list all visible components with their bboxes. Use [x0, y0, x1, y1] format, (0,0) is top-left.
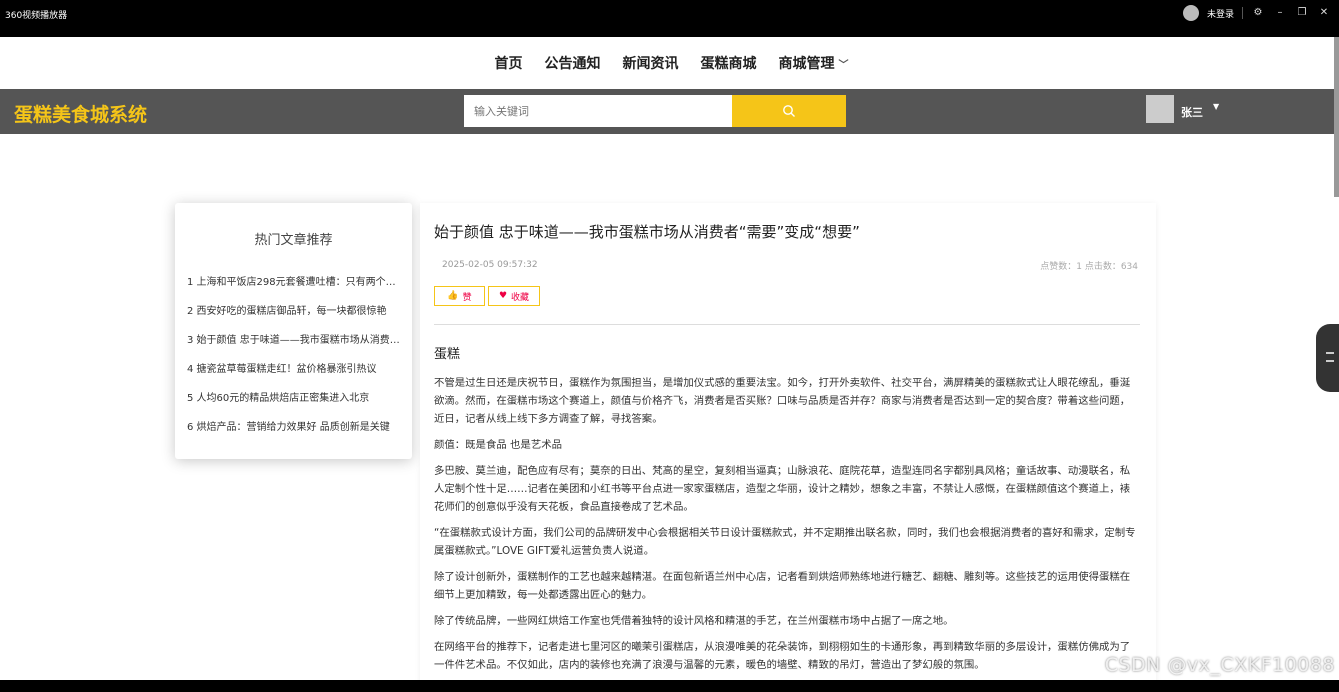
- scrollbar[interactable]: [1334, 37, 1339, 197]
- article-paragraph: 除了传统品牌，一些网红烘焙工作室也凭借着独特的设计风格和精湛的手艺，在兰州蛋糕市…: [434, 615, 954, 627]
- article-panel: 始于颜值 忠于味道——我市蛋糕市场从消费者“需要”变成“想要” 2025-02-…: [420, 203, 1156, 692]
- hot-article-item[interactable]: 6 烘焙产品：营销给力效果好 品质创新是关键: [187, 418, 402, 447]
- player-titlebar: 360视频播放器 未登录 ⚙ – ❐ ✕: [0, 0, 1339, 37]
- hot-article-item[interactable]: 5 人均60元的精品烘焙店正密集进入北京: [187, 389, 402, 418]
- hot-article-item[interactable]: 2 西安好吃的蛋糕店御品轩，每一块都很惊艳: [187, 302, 402, 331]
- nav-notices[interactable]: 公告通知: [545, 53, 601, 73]
- brand-title: 蛋糕美食城系统: [14, 104, 148, 126]
- like-label: 赞: [462, 292, 472, 303]
- chevron-down-icon: ﹀: [838, 60, 849, 71]
- minimize-icon[interactable]: –: [1273, 6, 1287, 20]
- hot-articles-panel: 热门文章推荐 1 上海和平饭店298元套餐遭吐槽：只有两个馒头？ 2 西安好吃的…: [175, 203, 412, 459]
- article-paragraph: 多巴胺、莫兰迪，配色应有尽有；莫奈的日出、梵高的星空，复刻相当逼真；山脉浪花、庭…: [434, 465, 1131, 513]
- player-avatar[interactable]: [1182, 5, 1199, 21]
- player-controls: 未登录 ⚙ – ❐ ✕: [1182, 5, 1331, 21]
- top-navigation: 首页 公告通知 新闻资讯 蛋糕商城 商城管理 ﹀: [0, 37, 1339, 89]
- favorite-label: 收藏: [511, 292, 530, 303]
- article-paragraph: 除了设计创新外，蛋糕制作的工艺也越来越精湛。在面包新语兰州中心店，记者看到烘焙师…: [434, 571, 1131, 601]
- article-stats: 点赞数：1 点击数：634: [1040, 262, 1138, 272]
- article-date: 2025-02-05 09:57:32: [442, 260, 538, 270]
- search-button[interactable]: [732, 95, 846, 127]
- heart-icon: ♥: [498, 291, 508, 301]
- hot-articles-title: 热门文章推荐: [254, 233, 333, 248]
- search-icon: [783, 105, 795, 117]
- article-paragraph: “在蛋糕款式设计方面，我们公司的品牌研发中心会根据相关节日设计蛋糕款式，并不定期…: [434, 527, 1136, 557]
- player-bottom-bar: [0, 680, 1339, 692]
- watermark: CSDN @vx_CXKF10088: [1104, 654, 1335, 676]
- article-title: 始于颜值 忠于味道——我市蛋糕市场从消费者“需要”变成“想要”: [434, 223, 860, 241]
- article-heading: 蛋糕: [434, 347, 461, 362]
- article-paragraph: 不管是过生日还是庆祝节日，蛋糕作为氛围担当，是增加仪式感的重要法宝。如今，打开外…: [434, 377, 1131, 425]
- header-bar: 蛋糕美食城系统 张三 ▼: [0, 89, 1339, 134]
- article-divider: [434, 324, 1140, 325]
- article-body: 蛋糕 不管是过生日还是庆祝节日，蛋糕作为氛围担当，是增加仪式感的重要法宝。如今，…: [434, 343, 1140, 682]
- thumbs-up-icon: 👍: [447, 291, 459, 301]
- side-drawer-handle[interactable]: [1316, 324, 1339, 392]
- nav-shop-management[interactable]: 商城管理 ﹀: [779, 53, 849, 73]
- hot-article-item[interactable]: 3 始于颜值 忠于味道——我市蛋糕市场从消费者需要变成想要: [187, 331, 402, 360]
- restore-icon[interactable]: ❐: [1295, 6, 1309, 20]
- user-name[interactable]: 张三: [1181, 104, 1203, 120]
- menu-icon: [1326, 352, 1334, 362]
- article-paragraph: 在网络平台的推荐下，记者走进七里河区的曦茉引蛋糕店，从浪漫唯美的花朵装饰，到栩栩…: [434, 641, 1131, 671]
- close-icon[interactable]: ✕: [1317, 6, 1331, 20]
- hot-article-item[interactable]: 1 上海和平饭店298元套餐遭吐槽：只有两个馒头？: [187, 273, 402, 302]
- favorite-button[interactable]: ♥ 收藏: [488, 286, 540, 306]
- nav-shop-management-label: 商城管理: [778, 56, 835, 72]
- search-input[interactable]: [464, 95, 732, 127]
- login-status[interactable]: 未登录: [1207, 7, 1234, 20]
- settings-icon[interactable]: ⚙: [1251, 6, 1265, 20]
- article-paragraph: 颜值：既是食品 也是艺术品: [434, 439, 562, 451]
- avatar[interactable]: [1146, 95, 1174, 123]
- nav-home[interactable]: 首页: [495, 53, 523, 73]
- nav-news[interactable]: 新闻资讯: [623, 53, 679, 73]
- hot-article-item[interactable]: 4 搪瓷盆草莓蛋糕走红！盆价格暴涨引热议: [187, 360, 402, 389]
- hot-articles-list: 1 上海和平饭店298元套餐遭吐槽：只有两个馒头？ 2 西安好吃的蛋糕店御品轩，…: [187, 273, 402, 447]
- divider: [1242, 7, 1243, 19]
- player-title: 360视频播放器: [5, 11, 68, 21]
- nav-cake-shop[interactable]: 蛋糕商城: [701, 53, 757, 73]
- caret-down-icon[interactable]: ▼: [1213, 102, 1219, 111]
- like-button[interactable]: 👍 赞: [434, 286, 485, 306]
